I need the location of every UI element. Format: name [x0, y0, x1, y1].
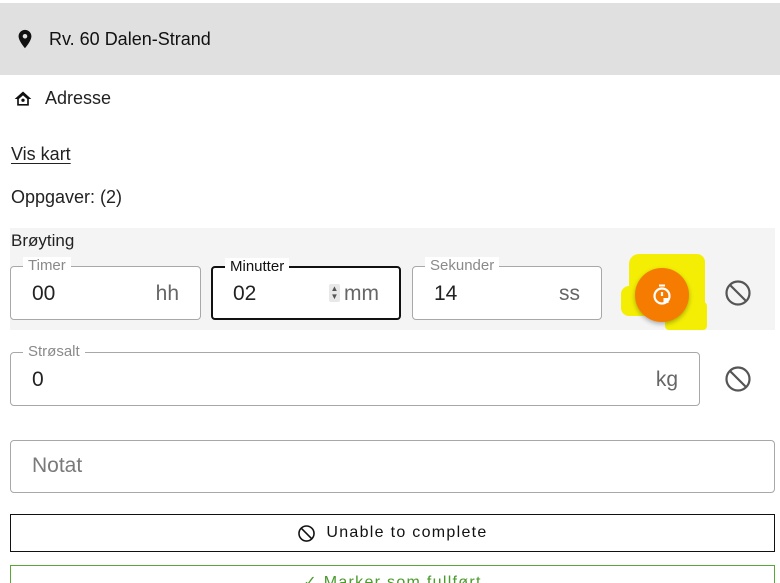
mark-complete-label: ✓ Marker som fullført: [303, 574, 482, 583]
location-title: Rv. 60 Dalen-Strand: [49, 28, 211, 49]
home-icon: [14, 91, 32, 106]
header-bar: Rv. 60 Dalen-Strand: [0, 3, 780, 75]
seconds-label: Sekunder: [425, 257, 500, 275]
hours-unit: hh: [155, 282, 179, 305]
stopwatch-icon: [653, 284, 671, 305]
minutes-unit: mm: [344, 282, 379, 305]
minutes-label: Minutter: [225, 258, 290, 276]
location-pin-icon: [18, 29, 32, 49]
salt-value: 0: [32, 368, 44, 391]
block-icon[interactable]: [724, 365, 752, 393]
tasks-count: Oppgaver: (2): [11, 187, 123, 207]
timer-button[interactable]: [635, 268, 689, 322]
hours-value: 00: [32, 282, 56, 305]
address-label: Adresse: [45, 88, 112, 108]
task-name: Brøyting: [11, 231, 75, 250]
hours-label: Timer: [23, 257, 71, 275]
seconds-unit: ss: [559, 282, 580, 305]
salt-label: Strøsalt: [23, 343, 85, 361]
minutes-value: 02: [233, 282, 257, 305]
mark-complete-button[interactable]: ✓ Marker som fullført: [10, 565, 775, 583]
address-row: Adresse: [13, 88, 111, 109]
note-placeholder: Notat: [32, 454, 83, 477]
hours-field[interactable]: Timer 00 hh: [10, 257, 201, 320]
seconds-field[interactable]: Sekunder 14 ss: [412, 257, 602, 320]
salt-unit: kg: [655, 368, 678, 391]
salt-field[interactable]: Strøsalt 0 kg: [10, 343, 700, 406]
minutes-spinner[interactable]: ▲ ▼: [329, 284, 340, 302]
unable-to-complete-button[interactable]: Unable to complete: [10, 514, 775, 552]
block-icon[interactable]: [724, 279, 752, 307]
minutes-field[interactable]: Minutter 02 ▲ ▼ mm: [211, 258, 401, 320]
block-icon: [298, 524, 316, 542]
note-field[interactable]: Notat: [10, 440, 775, 493]
seconds-value: 14: [434, 282, 458, 305]
show-map-link[interactable]: Vis kart: [11, 144, 71, 165]
unable-label: Unable to complete: [326, 524, 488, 541]
